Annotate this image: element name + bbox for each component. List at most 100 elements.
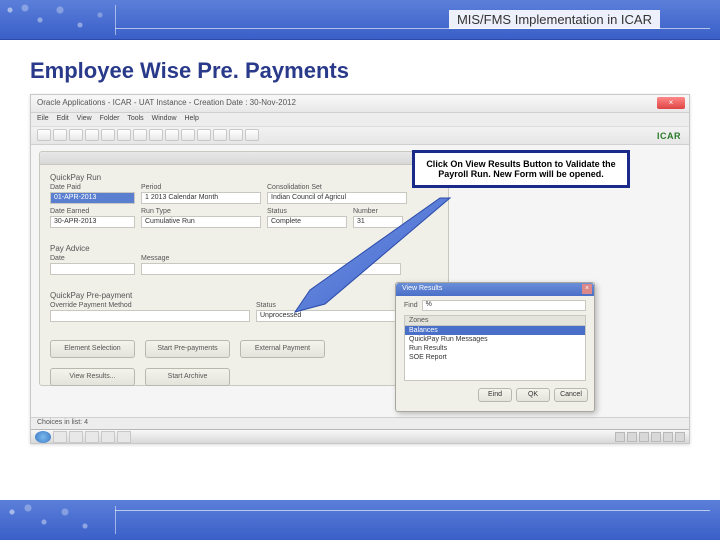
element-selection-button[interactable]: Element Selection (50, 340, 135, 358)
menu-help[interactable]: Help (184, 115, 198, 122)
field-label: Run Type (141, 208, 261, 215)
popup-button-row: Eind QK Cancel (396, 385, 594, 405)
section-label: Pay Advice (50, 244, 438, 253)
menu-view[interactable]: View (77, 115, 92, 122)
start-archive-button[interactable]: Start Archive (145, 368, 230, 386)
find-button[interactable]: Eind (478, 388, 512, 402)
taskbar-item[interactable] (117, 431, 131, 443)
close-icon[interactable]: × (582, 284, 592, 294)
list-item[interactable]: SOE Report (405, 353, 585, 362)
system-tray (615, 432, 685, 442)
toolbar-button[interactable] (197, 129, 211, 141)
pay-advice-message-field[interactable] (141, 263, 401, 275)
menu-file[interactable]: Eile (37, 115, 49, 122)
toolbar-button[interactable] (53, 129, 67, 141)
tray-icon[interactable] (675, 432, 685, 442)
toolbar-button[interactable] (245, 129, 259, 141)
toolbar-button[interactable] (149, 129, 163, 141)
statusbar: Choices in list: 4 (31, 417, 689, 429)
field-label: Period (141, 184, 261, 191)
decorative-dots (0, 0, 120, 40)
toolbar-button[interactable] (165, 129, 179, 141)
decorative-dots (0, 500, 120, 540)
section-label: QuickPay Pre-payment (50, 291, 438, 300)
taskbar-item[interactable] (85, 431, 99, 443)
toolbar-button[interactable] (101, 129, 115, 141)
popup-title-text: View Results (402, 285, 442, 292)
instruction-callout: Click On View Results Button to Validate… (412, 150, 630, 188)
form-button-row: Element Selection Start Pre-payments Ext… (40, 334, 448, 364)
windows-taskbar (31, 429, 689, 443)
toolbar-button[interactable] (133, 129, 147, 141)
tray-icon[interactable] (639, 432, 649, 442)
top-banner: MIS/FMS Implementation in ICAR (0, 0, 720, 40)
list-item[interactable]: QuickPay Run Messages (405, 335, 585, 344)
view-results-button[interactable]: View Results... (50, 368, 135, 386)
quickpay-run-section: QuickPay Run Date Paid 01-APR-2013 Perio… (40, 165, 448, 236)
menu-edit[interactable]: Edit (57, 115, 69, 122)
header-title: MIS/FMS Implementation in ICAR (449, 10, 660, 29)
field-label: Date (50, 255, 135, 262)
override-payment-field[interactable] (50, 310, 250, 322)
toolbar-button[interactable] (229, 129, 243, 141)
field-label: Status (256, 302, 396, 309)
tray-icon[interactable] (651, 432, 661, 442)
taskbar-item[interactable] (53, 431, 67, 443)
status-field[interactable]: Complete (267, 216, 347, 228)
start-prepayments-button[interactable]: Start Pre-payments (145, 340, 230, 358)
number-field[interactable]: 31 (353, 216, 403, 228)
external-payment-button[interactable]: External Payment (240, 340, 325, 358)
ok-button[interactable]: QK (516, 388, 550, 402)
field-label: Consolidation Set (267, 184, 407, 191)
field-label: Override Payment Method (50, 302, 250, 309)
start-button-icon[interactable] (35, 431, 51, 443)
toolbar-button[interactable] (85, 129, 99, 141)
list-item[interactable]: Run Results (405, 344, 585, 353)
field-label: Date Paid (50, 184, 135, 191)
form-titlebar: × (40, 152, 448, 165)
tray-icon[interactable] (615, 432, 625, 442)
screenshot-stage: Oracle Applications - ICAR - UAT Instanc… (30, 94, 690, 444)
toolbar-button[interactable] (213, 129, 227, 141)
form-button-row: View Results... Start Archive (40, 368, 448, 392)
taskbar-item[interactable] (69, 431, 83, 443)
pay-advice-section: Pay Advice Date Message (40, 236, 448, 283)
toolbar-button[interactable] (181, 129, 195, 141)
prepayment-section: QuickPay Pre-payment Override Payment Me… (40, 283, 448, 330)
tray-icon[interactable] (627, 432, 637, 442)
close-icon[interactable]: × (657, 97, 685, 109)
find-input[interactable]: % (422, 300, 586, 311)
menu-window[interactable]: Window (152, 115, 177, 122)
field-label: Number (353, 208, 403, 215)
divider (115, 510, 710, 511)
tray-icon[interactable] (663, 432, 673, 442)
icar-logo: ICAR (657, 131, 681, 141)
prepayment-status-field[interactable]: Unprocessed (256, 310, 396, 322)
period-field[interactable]: 1 2013 Calendar Month (141, 192, 261, 204)
consolidation-set-field[interactable]: Indian Council of Agricul (267, 192, 407, 204)
divider (115, 5, 116, 35)
menu-folder[interactable]: Folder (100, 115, 120, 122)
toolbar-button[interactable] (37, 129, 51, 141)
menubar: Eile Edit View Folder Tools Window Help (31, 113, 689, 127)
toolbar-button[interactable] (117, 129, 131, 141)
quickpay-form: × QuickPay Run Date Paid 01-APR-2013 Per… (39, 151, 449, 386)
field-label: Date Earned (50, 208, 135, 215)
field-label: Message (141, 255, 401, 262)
menu-tools[interactable]: Tools (127, 115, 143, 122)
window-title-text: Oracle Applications - ICAR - UAT Instanc… (37, 98, 296, 107)
window-titlebar: Oracle Applications - ICAR - UAT Instanc… (31, 95, 689, 113)
toolbar-button[interactable] (69, 129, 83, 141)
toolbar (31, 127, 689, 145)
date-paid-field[interactable]: 01-APR-2013 (50, 192, 135, 204)
date-earned-field[interactable]: 30-APR-2013 (50, 216, 135, 228)
slide-title: Employee Wise Pre. Payments (0, 40, 720, 94)
run-type-field[interactable]: Cumulative Run (141, 216, 261, 228)
find-label: Find (404, 302, 418, 309)
taskbar-item[interactable] (101, 431, 115, 443)
results-list[interactable]: Zones Balances QuickPay Run Messages Run… (404, 315, 586, 381)
section-label: QuickPay Run (50, 173, 438, 182)
pay-advice-date-field[interactable] (50, 263, 135, 275)
cancel-button[interactable]: Cancel (554, 388, 588, 402)
list-item[interactable]: Balances (405, 326, 585, 335)
